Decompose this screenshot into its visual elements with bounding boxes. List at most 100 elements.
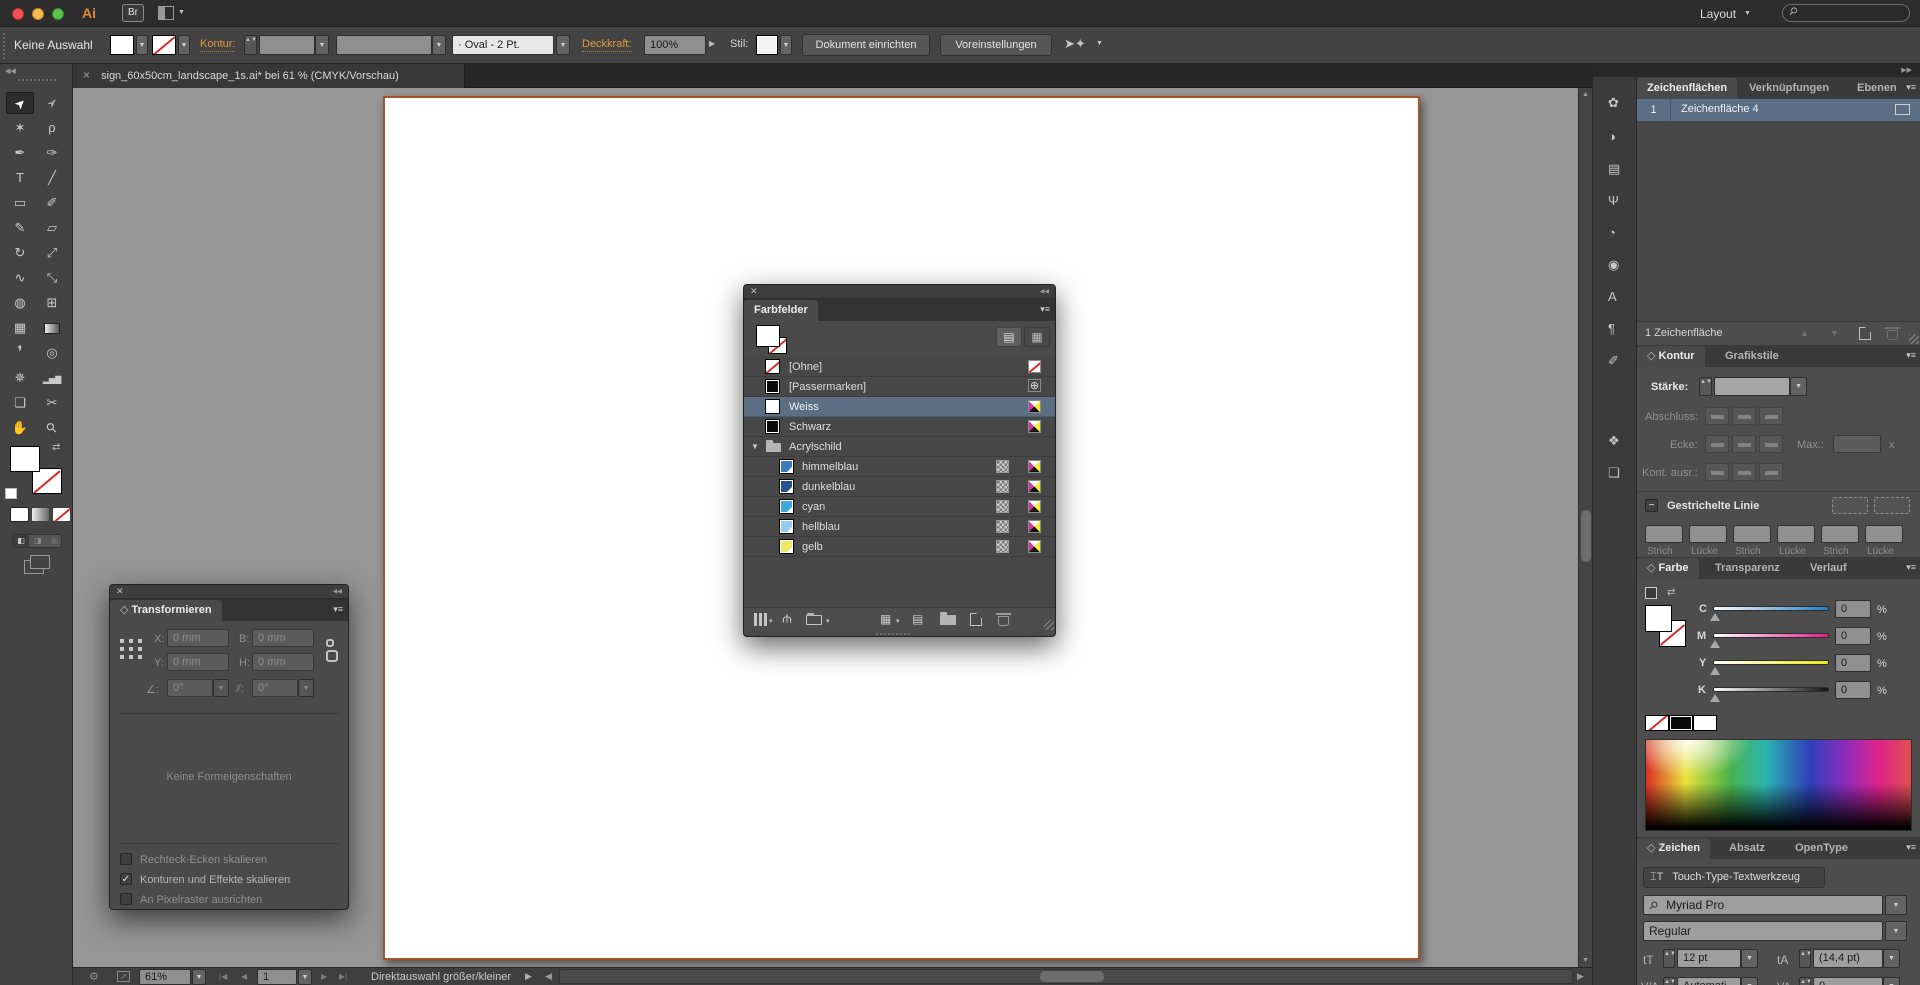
dash-field-2[interactable] <box>1733 525 1771 543</box>
swatch-row-schwarz[interactable]: Schwarz <box>744 417 1055 437</box>
opacity-field[interactable]: 100% <box>644 35 706 55</box>
delete-swatch-icon[interactable] <box>998 616 1009 626</box>
tracking-caret-icon[interactable]: ▼ <box>1883 977 1900 985</box>
style-swatch[interactable] <box>756 35 778 55</box>
align-pixel-grid-checkbox[interactable] <box>120 893 132 905</box>
h-field[interactable]: 0 mm <box>252 653 314 671</box>
tab-zeichen[interactable]: ◇ Zeichen <box>1637 838 1710 859</box>
channel-m-thumb[interactable] <box>1710 640 1720 648</box>
status-expand-icon[interactable]: ▶ <box>525 971 532 982</box>
workspace-switcher[interactable]: Layout <box>1700 7 1736 21</box>
opacity-slider-icon[interactable]: ▶ <box>709 39 715 48</box>
white-chip[interactable] <box>1693 715 1717 731</box>
transform-close-icon[interactable]: ✕ <box>116 586 124 597</box>
cap-round-button[interactable] <box>1732 407 1756 425</box>
swatch-kinds-caret-icon[interactable]: ▾ <box>826 617 830 625</box>
slice-tool[interactable]: ✂ <box>38 392 66 414</box>
zoom-level-field[interactable]: 61% <box>139 969 191 985</box>
pen-tool[interactable]: ✒ <box>6 142 34 164</box>
fill-caret-icon[interactable]: ▼ <box>136 35 148 55</box>
swatch-row-passermarken[interactable]: [Passermarken] ⊕ <box>744 377 1055 397</box>
default-fill-stroke-icon[interactable] <box>5 488 17 499</box>
rotate-field[interactable]: 0° <box>167 679 213 697</box>
character-panel-menu-icon[interactable]: ▾≡ <box>1906 842 1916 853</box>
shape-builder-tool[interactable]: ◍ <box>6 292 34 314</box>
column-graph-tool[interactable]: ▂▅▇ <box>38 367 66 389</box>
artboard-row-name[interactable]: Zeichenfläche 4 <box>1681 103 1759 115</box>
appearance-icon[interactable]: ◉ <box>1608 257 1619 273</box>
swatch-view-caret-icon[interactable]: ▾ <box>896 617 900 625</box>
weight-field[interactable] <box>1714 377 1790 396</box>
transform-collapse-icon[interactable]: ◀◀ <box>333 588 342 595</box>
pathfinder-icon[interactable]: Ψ <box>1608 193 1619 208</box>
scroll-down-icon[interactable]: ▼ <box>1582 957 1589 964</box>
artboard-row-icon[interactable] <box>1895 104 1910 115</box>
draw-behind-icon[interactable]: ◨ <box>30 535 46 547</box>
style-caret-icon[interactable]: ▼ <box>780 35 792 55</box>
scale-tool[interactable]: ⤢ <box>38 242 66 264</box>
nav-first-icon[interactable]: |◀ <box>219 972 227 981</box>
new-swatch-icon[interactable] <box>970 613 982 626</box>
symbols-icon[interactable]: ❖ <box>1608 433 1620 449</box>
leading-field[interactable]: (14,4 pt) <box>1813 949 1883 968</box>
corner-round-button[interactable] <box>1732 435 1756 453</box>
channel-m-slider[interactable] <box>1713 633 1829 638</box>
none-type-icon[interactable] <box>1028 360 1041 373</box>
document-setup-button[interactable]: Dokument einrichten <box>802 34 930 56</box>
gradient-mode-button[interactable] <box>31 507 50 522</box>
perspective-grid-tool[interactable]: ⊞ <box>38 292 66 314</box>
weight-caret-icon[interactable]: ▼ <box>1790 377 1807 396</box>
pattern-preview-icon[interactable] <box>996 540 1009 553</box>
vertical-scroll-thumb[interactable] <box>1581 510 1591 562</box>
tab-kontur[interactable]: ◇ Kontur <box>1637 346 1705 367</box>
tab-ebenen[interactable]: Ebenen <box>1847 78 1907 99</box>
new-artboard-icon[interactable] <box>1859 327 1871 340</box>
channel-k-field[interactable]: 0 <box>1835 681 1871 699</box>
tracking-stepper[interactable]: ▲▼ <box>1799 977 1811 985</box>
swatches-drag-handle[interactable] <box>876 633 910 636</box>
font-family-caret-icon[interactable]: ▼ <box>1885 895 1907 915</box>
pencil-tool[interactable]: ✎ <box>6 217 34 239</box>
control-bar-grip[interactable] <box>3 33 7 59</box>
nav-last-icon[interactable]: ▶| <box>339 972 347 981</box>
gap-field-3[interactable] <box>1865 525 1903 543</box>
tab-verknuepfungen[interactable]: Verknüpfungen <box>1739 78 1839 99</box>
swatch-view-menu-icon[interactable]: ▦ <box>880 612 891 626</box>
paragraph-styles-icon[interactable]: ¶ <box>1608 321 1615 336</box>
channel-m-field[interactable]: 0 <box>1835 627 1871 645</box>
color-themes-swatch-icon[interactable]: Ψ <box>782 611 792 625</box>
miter-limit-field[interactable] <box>1833 435 1881 453</box>
magic-wand-tool[interactable]: ✶ <box>6 117 34 139</box>
bridge-button[interactable]: Br <box>122 4 144 22</box>
nav-prev-icon[interactable]: ◀ <box>241 972 247 981</box>
dashed-line-checkbox[interactable]: − <box>1645 499 1658 512</box>
shear-caret-icon[interactable]: ▼ <box>298 679 314 697</box>
align-inside-button[interactable] <box>1732 463 1756 481</box>
font-size-field[interactable]: 12 pt <box>1677 949 1741 968</box>
horizontal-scrollbar[interactable] <box>559 969 1573 984</box>
blend-tool[interactable]: ◎ <box>38 342 66 364</box>
swatches-titlebar[interactable]: ✕ ◀◀ <box>744 285 1055 299</box>
arrange-documents-icon[interactable] <box>158 6 174 20</box>
direct-selection-tool[interactable]: ➢ <box>38 92 66 114</box>
draw-inside-icon[interactable]: ▣ <box>47 535 62 547</box>
tab-farbe[interactable]: ◇ Farbe <box>1637 558 1699 579</box>
hscroll-right-icon[interactable]: ▶ <box>1577 971 1584 982</box>
gradient-tool[interactable] <box>38 317 66 339</box>
artboards-resize-grip[interactable] <box>1909 334 1919 344</box>
swatch-row-gelb[interactable]: gelb <box>744 537 1055 557</box>
rotate-caret-icon[interactable]: ▼ <box>213 679 229 697</box>
horizontal-scroll-thumb[interactable] <box>1040 971 1104 982</box>
eraser-tool[interactable]: ▱ <box>38 217 66 239</box>
font-family-field[interactable]: ⚲ Myriad Pro <box>1643 895 1883 915</box>
channel-c-thumb[interactable] <box>1710 613 1720 621</box>
w-field[interactable]: 0 mm <box>252 629 314 647</box>
line-segment-tool[interactable]: ╱ <box>38 167 66 189</box>
stroke-weight-label[interactable]: Kontur: <box>200 38 235 52</box>
swatch-row-himmelblau[interactable]: himmelblau <box>744 457 1055 477</box>
hand-tool[interactable]: ✋ <box>6 417 34 439</box>
fill-color-proxy[interactable] <box>10 446 40 472</box>
dash-align-button[interactable] <box>1874 497 1910 514</box>
swatch-kinds-menu-icon[interactable] <box>806 615 822 625</box>
gap-field-2[interactable] <box>1777 525 1815 543</box>
